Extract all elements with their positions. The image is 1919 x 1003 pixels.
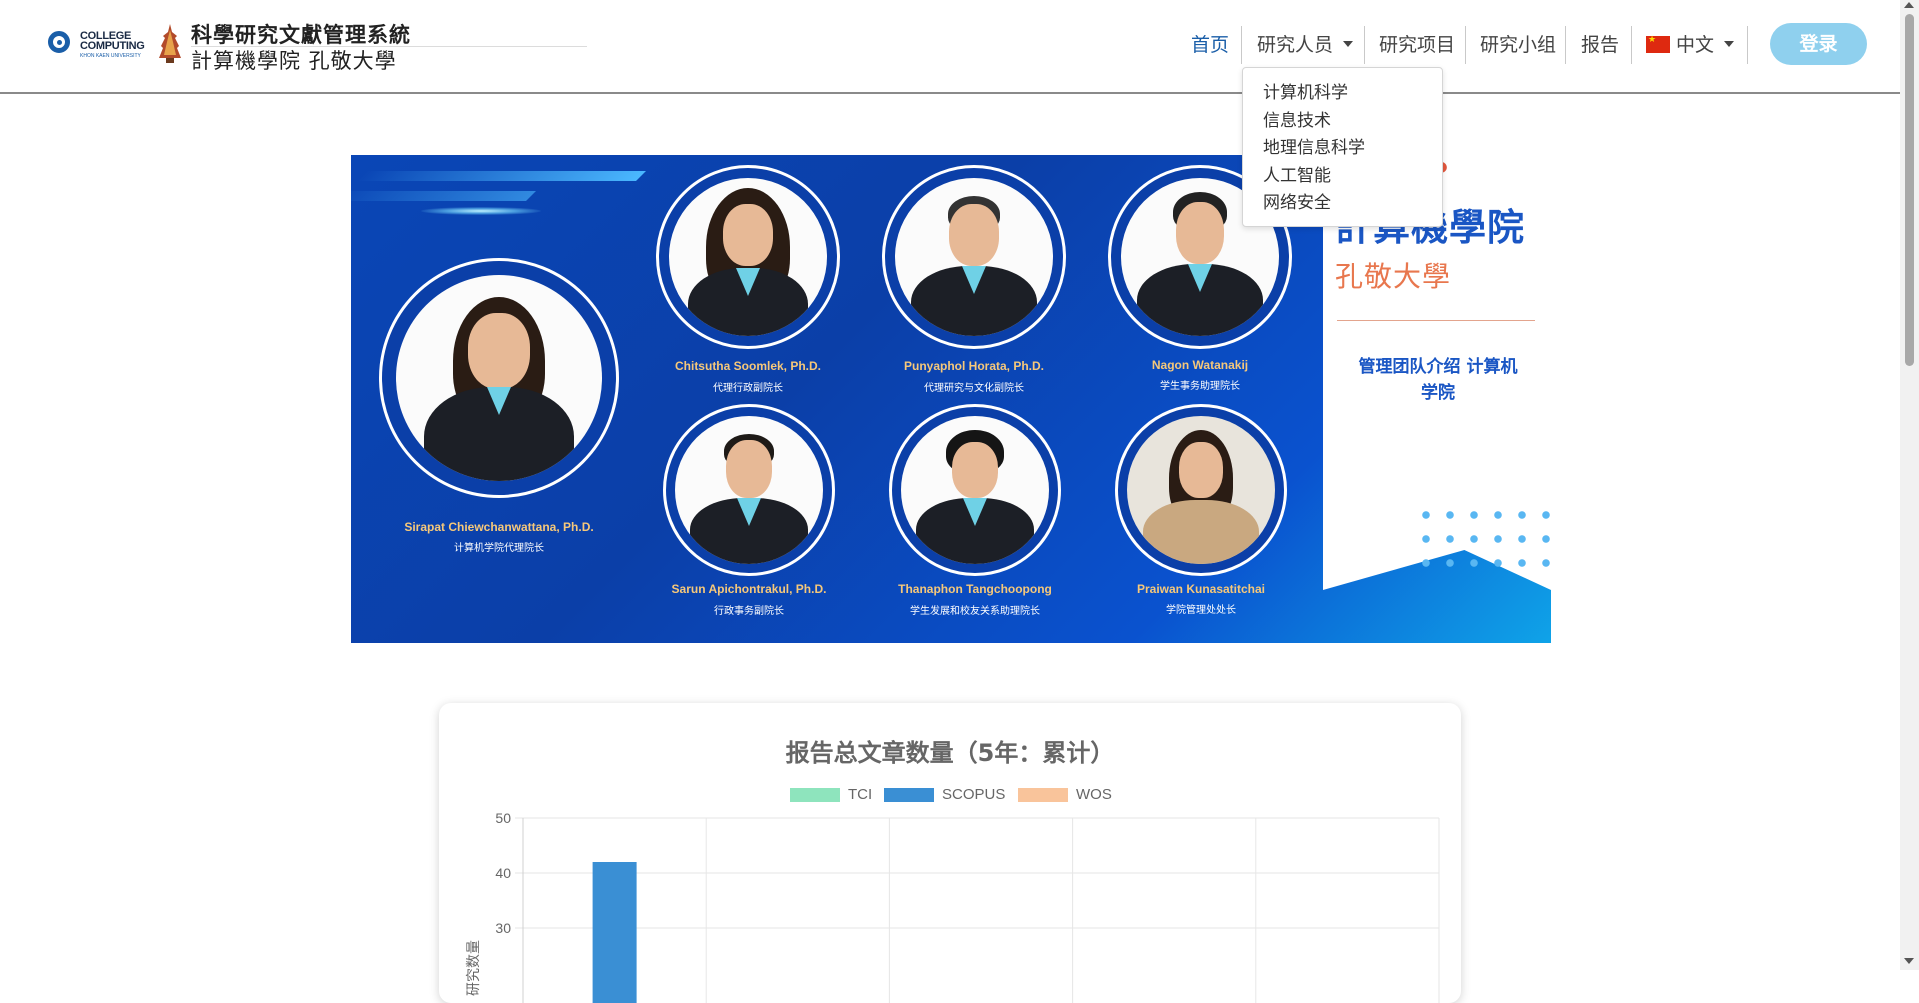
person-role: 行政事务副院长 <box>714 606 784 617</box>
person-role: 学生发展和校友关系助理院长 <box>910 606 1040 617</box>
person-name: Chitsutha Soomlek, Ph.D. <box>674 359 821 373</box>
portrait-photo <box>889 404 1061 576</box>
banner-decoration <box>356 171 646 181</box>
login-button[interactable]: 登录 <box>1770 23 1867 65</box>
nav-researchers-label: 研究人员 <box>1257 34 1334 56</box>
dropdown-item-cyber-security[interactable]: 网络安全 <box>1263 188 1331 213</box>
banner-decoration <box>351 191 536 201</box>
portrait-photo <box>1115 404 1287 576</box>
portrait-photo <box>379 258 619 498</box>
portrait-photo <box>663 404 835 576</box>
y-tick-label: 50 <box>495 810 511 826</box>
site-subtitle: 計算機學院 孔敬大學 <box>191 49 397 73</box>
chart-card: 报告总文章数量（5年：累计） TCI SCOPUS WOS 50 40 30 研究数量 <box>439 703 1461 1003</box>
nav-reports[interactable]: 报告 <box>1581 30 1619 57</box>
nav-home[interactable]: 首页 <box>1191 30 1229 57</box>
researchers-dropdown-menu: 计算机科学 信息技术 地理信息科学 人工智能 网络安全 <box>1242 67 1443 227</box>
person-role: 代理行政副院长 <box>713 383 783 394</box>
logo-text-line3: KHON KAEN UNIVERSITY <box>80 53 141 59</box>
page-scrollbar[interactable] <box>1900 0 1919 970</box>
nav-researchers-dropdown[interactable]: 研究人员 <box>1257 30 1354 57</box>
china-flag-icon <box>1646 35 1670 53</box>
person-role: 学院管理处处长 <box>1166 605 1236 616</box>
scroll-up-arrow-icon[interactable] <box>1904 2 1914 8</box>
person-role: 计算机学院代理院长 <box>454 543 544 554</box>
college-logo-icon <box>48 31 70 53</box>
logo-text-line2: COMPUTING <box>80 40 145 52</box>
khon-kaen-university-logo[interactable] <box>157 22 183 64</box>
nav-projects[interactable]: 研究项目 <box>1379 30 1455 57</box>
banner-glow <box>421 207 541 215</box>
person-name: Praiwan Kunasatitchai <box>1136 582 1266 596</box>
nav-divider <box>1241 26 1242 64</box>
management-team-banner[interactable]: ‹ Sirapat Chiewchanwattana, Ph.D. 计算机学院代… <box>351 155 1551 643</box>
nav-groups[interactable]: 研究小组 <box>1480 30 1556 57</box>
banner-side-description: 管理团队介绍 计算机学院 <box>1358 357 1518 403</box>
person-name: Thanaphon Tangchoopong <box>898 582 1052 596</box>
person-name: Sirapat Chiewchanwattana, Ph.D. <box>404 520 594 534</box>
person-name: Sarun Apichontrakul, Ph.D. <box>671 582 827 596</box>
dropdown-item-information-technology[interactable]: 信息技术 <box>1263 106 1331 131</box>
person-name: Nagon Watanakij <box>1151 358 1249 372</box>
scrollbar-thumb[interactable] <box>1905 14 1914 366</box>
banner-side-divider <box>1337 320 1535 321</box>
site-header: COLLEGE COMPUTING KHON KAEN UNIVERSITY 科… <box>0 0 1900 94</box>
y-tick-label: 40 <box>495 865 511 881</box>
dropdown-item-computer-science[interactable]: 计算机科学 <box>1263 78 1348 103</box>
person-role: 代理研究与文化副院长 <box>924 383 1024 394</box>
banner-side-subtitle: 孔敬大學 <box>1335 260 1452 293</box>
chevron-down-icon <box>1724 41 1735 47</box>
chevron-down-icon <box>1343 41 1354 47</box>
language-dropdown[interactable]: 中文 <box>1646 30 1735 57</box>
scroll-down-arrow-icon[interactable] <box>1904 958 1914 964</box>
dropdown-item-artificial-intelligence[interactable]: 人工智能 <box>1263 161 1331 186</box>
bar-chart-plot: 50 40 30 研究数量 <box>466 810 1440 1003</box>
language-label: 中文 <box>1676 34 1715 56</box>
portrait-photo <box>656 165 840 349</box>
nav-divider <box>1565 26 1566 64</box>
portrait-photo <box>882 165 1066 349</box>
y-axis-label: 研究数量 <box>466 940 482 996</box>
nav-divider <box>1364 26 1365 64</box>
person-name: Punyaphol Horata, Ph.D. <box>903 359 1044 373</box>
y-tick-label: 30 <box>495 920 511 936</box>
nav-divider <box>1747 26 1748 64</box>
nav-divider <box>1465 26 1466 64</box>
nav-divider <box>1631 26 1632 64</box>
bar-scopus <box>592 862 637 1003</box>
college-of-computing-logo[interactable]: COLLEGE COMPUTING KHON KAEN UNIVERSITY <box>48 28 152 60</box>
person-role: 学生事务助理院长 <box>1160 381 1240 392</box>
decorative-dot-grid <box>1414 503 1551 573</box>
dropdown-item-geoinformatics[interactable]: 地理信息科学 <box>1263 133 1365 158</box>
